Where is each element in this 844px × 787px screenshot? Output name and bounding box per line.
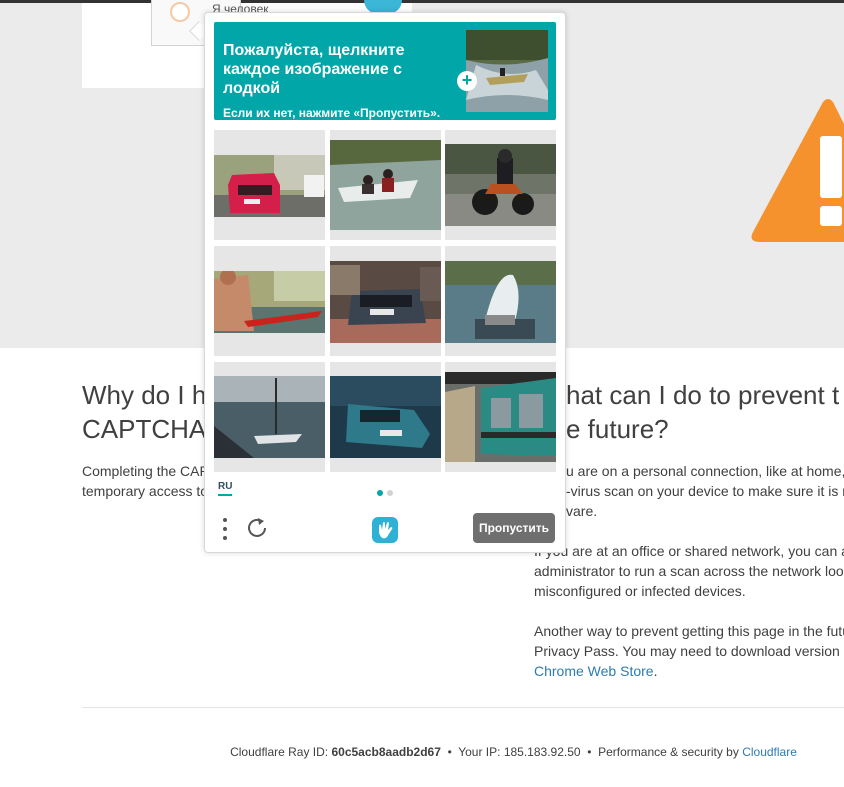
prompt-instruction: Если их нет, нажмите «Пропустить».	[223, 106, 441, 120]
image-tile-9[interactable]	[445, 362, 556, 472]
skip-button[interactable]: Пропустить	[473, 513, 555, 543]
why-heading: Why do I h CAPTCHA?	[82, 380, 221, 444]
tile-image-blue-car	[330, 376, 441, 458]
ip-address: 185.183.92.50	[503, 745, 581, 759]
prevent-paragraph-1: u are on a personal connection, like at …	[566, 463, 844, 519]
image-tile-4[interactable]	[214, 246, 325, 356]
prompt-title: Пожалуйста, щелкните каждое изображение …	[223, 42, 405, 97]
image-tile-7[interactable]	[214, 362, 325, 472]
captcha-checkbox[interactable]	[170, 2, 190, 22]
prevent-paragraph-3: Another way to prevent getting this page…	[534, 623, 844, 679]
menu-icon[interactable]	[220, 517, 230, 541]
cloudflare-link[interactable]: Cloudflare	[742, 745, 797, 759]
tile-image-boat-people	[330, 140, 441, 230]
image-tile-2[interactable]	[330, 130, 441, 240]
refresh-icon[interactable]	[245, 516, 269, 540]
tile-image-boat-spray	[445, 261, 556, 343]
tile-image-red-car	[214, 155, 325, 217]
image-tile-5[interactable]	[330, 246, 441, 356]
warning-icon	[751, 99, 844, 242]
challenge-footer: Пропустить	[205, 506, 565, 552]
footer-divider	[82, 707, 844, 708]
image-tile-1[interactable]	[214, 130, 325, 240]
tile-image-train	[445, 372, 556, 462]
image-tile-3[interactable]	[445, 130, 556, 240]
hcaptcha-logo-icon	[372, 517, 398, 543]
prevent-paragraph-2: If you are at an office or shared networ…	[534, 543, 844, 599]
footer: Cloudflare Ray ID: 60c5acb8aadb2d67 • Yo…	[230, 745, 797, 759]
plus-icon[interactable]: +	[457, 71, 477, 91]
tile-image-kayak-man	[214, 271, 325, 333]
page-dot-2[interactable]	[387, 490, 393, 496]
why-text: Completing the CAPT temporary access to	[82, 463, 218, 499]
language-selector[interactable]: RU	[218, 481, 233, 496]
ray-id: 60c5acb8aadb2d67	[331, 745, 441, 759]
image-tile-6[interactable]	[445, 246, 556, 356]
page-dot-1[interactable]	[377, 490, 383, 496]
chrome-web-store-link[interactable]: Chrome Web Store	[534, 663, 654, 679]
challenge-prompt: Пожалуйста, щелкните каждое изображение …	[214, 22, 556, 120]
tile-image-sailboat	[214, 376, 325, 458]
image-tile-8[interactable]	[330, 362, 441, 472]
captcha-challenge: Пожалуйста, щелкните каждое изображение …	[204, 12, 566, 553]
tile-image-motorcycle	[445, 144, 556, 226]
prevent-heading: hat can I do to prevent t e future?	[566, 380, 840, 444]
example-image	[466, 30, 548, 112]
tile-image-car-garage	[330, 261, 441, 343]
